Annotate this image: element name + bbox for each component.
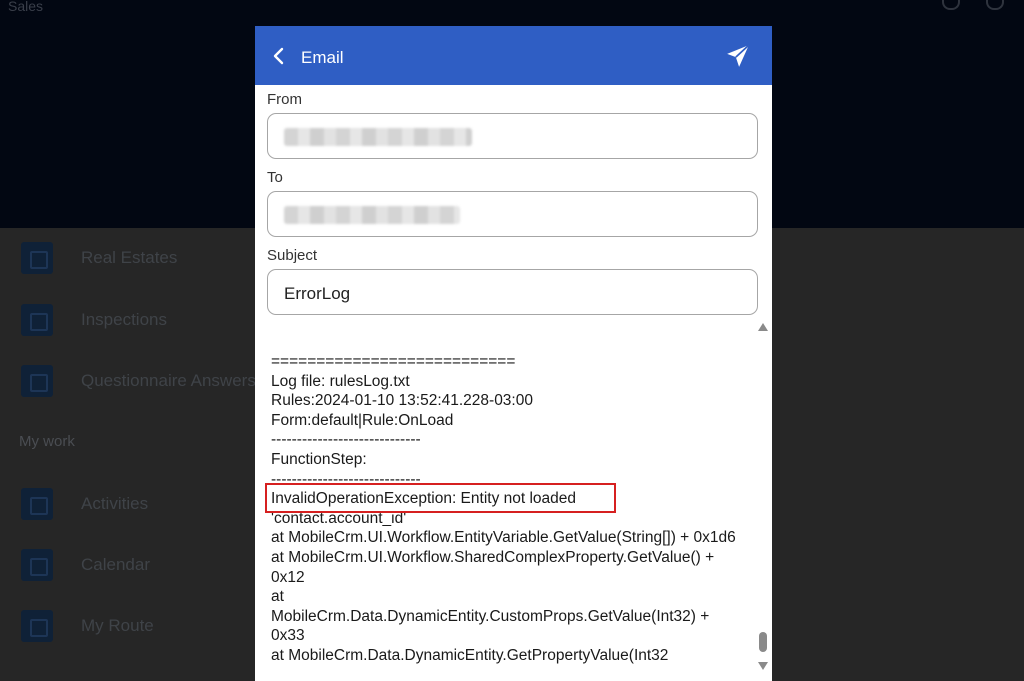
back-button[interactable] bbox=[267, 44, 291, 68]
from-label: From bbox=[267, 91, 302, 108]
subject-label: Subject bbox=[267, 247, 318, 264]
route-icon bbox=[21, 610, 53, 642]
from-field[interactable] bbox=[267, 113, 758, 159]
nav-item-my-route[interactable]: My Route bbox=[0, 606, 260, 646]
email-dialog: Email From To Subject ErrorLog =========… bbox=[255, 26, 772, 681]
nav-item-inspections[interactable]: Inspections bbox=[0, 300, 260, 340]
subject-value: ErrorLog bbox=[284, 284, 351, 303]
to-label: To bbox=[267, 169, 283, 186]
nav-item-label: My Route bbox=[81, 616, 154, 635]
scroll-down-arrow-icon[interactable] bbox=[758, 662, 768, 670]
nav-item-label: Calendar bbox=[81, 555, 150, 574]
send-button[interactable] bbox=[725, 43, 751, 69]
offline-icon[interactable] bbox=[942, 0, 960, 10]
dialog-title: Email bbox=[301, 48, 344, 67]
redacted-to-address bbox=[284, 206, 460, 224]
clipboard-icon bbox=[21, 304, 53, 336]
chevron-left-icon bbox=[273, 47, 284, 65]
building-icon bbox=[21, 242, 53, 274]
error-highlight-box bbox=[265, 483, 616, 513]
nav-item-calendar[interactable]: Calendar bbox=[0, 545, 260, 585]
subject-field[interactable]: ErrorLog bbox=[267, 269, 758, 315]
nav-item-label: Questionnaire Answers bbox=[81, 371, 256, 390]
redacted-from-address bbox=[284, 128, 472, 146]
to-field[interactable] bbox=[267, 191, 758, 237]
send-icon bbox=[727, 44, 750, 67]
sync-icon[interactable] bbox=[986, 0, 1004, 10]
questionnaire-icon bbox=[21, 365, 53, 397]
nav-item-label: Activities bbox=[81, 494, 149, 513]
nav-item-label: Real Estates bbox=[81, 248, 178, 267]
nav-item-real-estates[interactable]: Real Estates bbox=[0, 238, 260, 278]
nav-item-questionnaire-answers[interactable]: Questionnaire Answers bbox=[0, 361, 260, 401]
app-title: Sales bbox=[8, 0, 44, 14]
scrollbar-thumb[interactable] bbox=[759, 632, 767, 652]
checklist-icon bbox=[21, 488, 53, 520]
dialog-header: Email bbox=[255, 26, 772, 85]
section-heading-my-work: My work bbox=[19, 433, 75, 450]
scroll-up-arrow-icon[interactable] bbox=[758, 323, 768, 331]
nav-item-activities[interactable]: Activities bbox=[0, 484, 260, 524]
nav-item-label: Inspections bbox=[81, 310, 167, 329]
calendar-icon bbox=[21, 549, 53, 581]
